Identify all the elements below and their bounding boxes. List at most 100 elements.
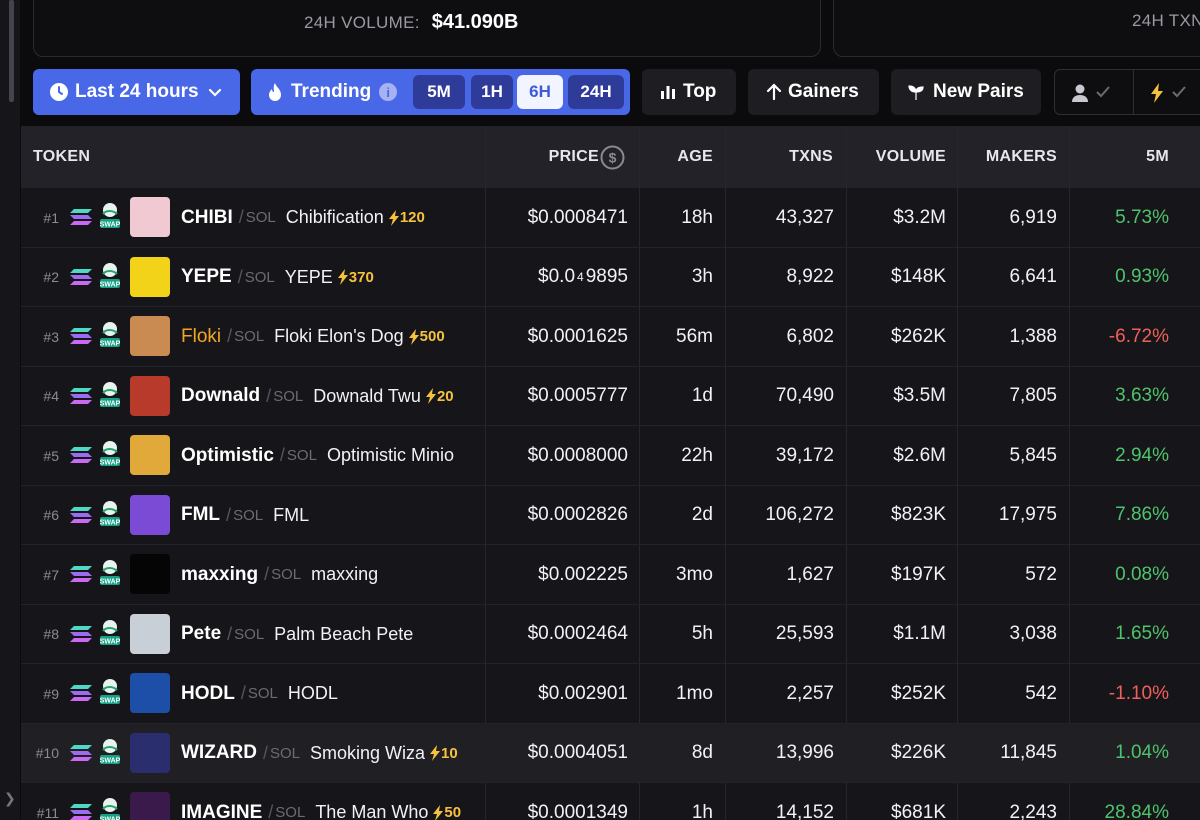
token-cell[interactable]: WIZARD / SOL Smoking Wiza 10 bbox=[181, 724, 481, 783]
txns-cell: 6,802 bbox=[786, 325, 834, 347]
token-cell[interactable]: Downald / SOL Downald Twu 20 bbox=[181, 367, 481, 426]
page-scrollbar[interactable]: ❯ bbox=[0, 0, 20, 820]
svg-text:SWAP: SWAP bbox=[100, 281, 121, 288]
segment-24h[interactable]: 24H bbox=[568, 75, 624, 109]
age-cell: 1h bbox=[691, 801, 713, 820]
age-cell: 56m bbox=[676, 325, 713, 347]
volume-cell: $252K bbox=[891, 682, 946, 704]
token-avatar[interactable] bbox=[130, 375, 170, 416]
token-avatar[interactable] bbox=[130, 197, 170, 237]
segment-6h[interactable]: 6H bbox=[517, 75, 563, 109]
price-cell: $0.0008471 bbox=[491, 188, 628, 247]
token-avatar[interactable] bbox=[130, 673, 170, 713]
table-row[interactable]: #6 SWAP FML / SOL FML $0.0002826 2d 106,… bbox=[21, 486, 1200, 545]
token-cell[interactable]: IMAGINE / SOL The Man Who 50 bbox=[181, 783, 481, 820]
swap-badge-icon: SWAP bbox=[99, 262, 121, 290]
top-button[interactable]: Top bbox=[642, 69, 736, 115]
txns-cell: 1,627 bbox=[786, 563, 834, 585]
segment-1h[interactable]: 1H bbox=[471, 75, 513, 109]
table-row[interactable]: #8 SWAP Pete / SOL Palm Beach Pete $0.00… bbox=[21, 605, 1200, 664]
makers-cell: 2,243 bbox=[1009, 801, 1057, 820]
header-age[interactable]: AGE bbox=[641, 126, 713, 188]
token-cell[interactable]: maxxing / SOL maxxing bbox=[181, 545, 481, 604]
change-5m-cell: 2.94% bbox=[1115, 444, 1169, 466]
token-avatar[interactable] bbox=[130, 554, 170, 594]
timeframe-dropdown[interactable]: Last 24 hours bbox=[33, 69, 240, 115]
makers-cell: 1,388 bbox=[1009, 325, 1057, 347]
filter-divider bbox=[1133, 70, 1134, 114]
boost-badge: 50 bbox=[432, 804, 461, 820]
scroll-arrow-icon[interactable]: ❯ bbox=[4, 790, 16, 807]
price-prefix: $0.0 bbox=[538, 266, 576, 287]
token-name: Palm Beach Pete bbox=[274, 623, 414, 644]
token-cell[interactable]: Pete / SOL Palm Beach Pete bbox=[181, 605, 481, 664]
solana-icon bbox=[69, 564, 93, 584]
bolt-icon[interactable] bbox=[1149, 82, 1165, 109]
price-zero-count: 4 bbox=[577, 270, 584, 284]
svg-text:SWAP: SWAP bbox=[100, 757, 121, 764]
token-name: HODL bbox=[287, 683, 338, 703]
price-digits: 9895 bbox=[585, 266, 628, 287]
age-cell: 3h bbox=[691, 266, 713, 287]
token-avatar[interactable] bbox=[130, 732, 170, 773]
user-icon[interactable] bbox=[1071, 83, 1089, 108]
header-token[interactable]: TOKEN bbox=[33, 126, 90, 188]
timeframe-label: Last 24 hours bbox=[75, 81, 199, 102]
header-5m[interactable]: 5M bbox=[1066, 126, 1169, 188]
txns-cell: 43,327 bbox=[775, 206, 834, 228]
table-row[interactable]: #4 SWAP Downald / SOL Downald Twu 20 $0.… bbox=[21, 367, 1200, 426]
header-txns[interactable]: TXNS bbox=[721, 126, 833, 188]
token-avatar[interactable] bbox=[130, 316, 170, 356]
bolt-icon bbox=[388, 209, 399, 226]
age-cell: 1d bbox=[691, 385, 713, 406]
token-cell[interactable]: Optimistic / SOL Optimistic Minio bbox=[181, 426, 481, 485]
chain-label: SOL bbox=[234, 328, 265, 345]
segment-5m[interactable]: 5M bbox=[413, 75, 465, 109]
token-cell[interactable]: Floki / SOL Floki Elon's Dog 500 bbox=[181, 307, 481, 366]
age-cell: 8d bbox=[691, 742, 713, 763]
separator: / bbox=[226, 504, 232, 525]
token-cell[interactable]: CHIBI / SOL Chibification 120 bbox=[181, 188, 481, 247]
token-avatar[interactable] bbox=[130, 792, 170, 820]
token-symbol: IMAGINE bbox=[181, 801, 263, 820]
table-row[interactable]: #1 SWAP CHIBI / SOL Chibification 120 $0… bbox=[21, 188, 1200, 248]
chain-label: SOL bbox=[233, 506, 264, 524]
token-avatar[interactable] bbox=[130, 256, 170, 297]
swap-badge-icon: SWAP bbox=[99, 381, 121, 409]
solana-icon bbox=[69, 624, 93, 644]
info-icon[interactable]: i bbox=[379, 83, 398, 101]
dollar-circle-icon[interactable]: $ bbox=[600, 145, 625, 175]
table-row[interactable]: #9 SWAP HODL / SOL HODL $0.002901 1mo 2,… bbox=[21, 664, 1200, 724]
bolt-icon bbox=[433, 804, 444, 820]
separator: / bbox=[268, 802, 274, 820]
rank: #7 bbox=[43, 566, 59, 583]
table-row[interactable]: #2 SWAP YEPE / SOL YEPE 370 $0.0 4 9895 3h… bbox=[21, 248, 1200, 307]
rank: #5 bbox=[43, 447, 59, 464]
token-avatar[interactable] bbox=[130, 613, 170, 654]
token-avatar[interactable] bbox=[130, 435, 170, 475]
token-cell[interactable]: HODL / SOL HODL bbox=[181, 664, 481, 723]
change-5m-cell: 0.08% bbox=[1115, 563, 1169, 585]
table-row[interactable]: #5 SWAP Optimistic / SOL Optimistic Mini… bbox=[21, 426, 1200, 486]
table-row[interactable]: #7 SWAP maxxing / SOL maxxing $0.002225 … bbox=[21, 545, 1200, 605]
table-row[interactable]: #11 SWAP IMAGINE / SOL The Man Who 50 $0… bbox=[21, 783, 1200, 820]
trending-label: Trending bbox=[291, 81, 372, 102]
table-row[interactable]: #10 SWAP WIZARD / SOL Smoking Wiza 10 $0… bbox=[21, 723, 1200, 783]
token-cell[interactable]: FML / SOL FML bbox=[181, 486, 481, 545]
chain-label: SOL bbox=[271, 566, 302, 583]
makers-cell: 6,641 bbox=[1009, 266, 1057, 287]
header-price[interactable]: PRICE bbox=[491, 126, 599, 188]
separator: / bbox=[227, 326, 233, 346]
header-volume[interactable]: VOLUME bbox=[841, 126, 946, 188]
table-row[interactable]: #3 SWAP Floki / SOL Floki Elon's Dog 500… bbox=[21, 307, 1200, 367]
header-makers[interactable]: MAKERS bbox=[951, 126, 1057, 188]
token-cell[interactable]: YEPE / SOL YEPE 370 bbox=[181, 248, 481, 307]
swap-badge-icon: SWAP bbox=[99, 440, 121, 468]
price-value: $0.0002464 bbox=[527, 623, 628, 644]
scrollbar-thumb[interactable] bbox=[9, 0, 14, 102]
token-avatar[interactable] bbox=[130, 494, 170, 535]
gainers-button[interactable]: Gainers bbox=[748, 69, 879, 115]
new-pairs-button[interactable]: New Pairs bbox=[891, 69, 1041, 115]
chain-label: SOL bbox=[244, 268, 275, 286]
svg-text:$: $ bbox=[609, 150, 617, 166]
